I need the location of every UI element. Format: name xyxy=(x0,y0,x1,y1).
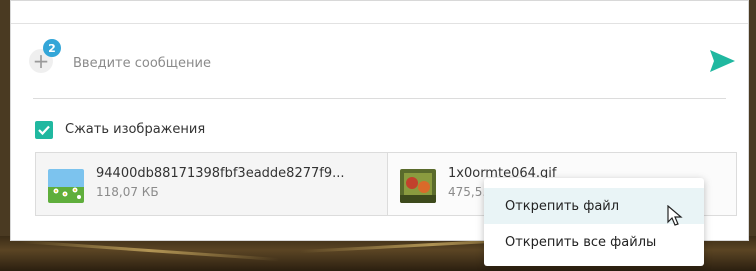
send-icon xyxy=(710,50,735,72)
image-thumbnail xyxy=(48,169,84,203)
composer-divider xyxy=(33,98,726,99)
compress-images-label: Сжать изображения xyxy=(65,122,206,137)
unpin-all-files-menu-item[interactable]: Открепить все файлы xyxy=(484,224,704,260)
image-thumbnail xyxy=(400,169,436,203)
send-button[interactable] xyxy=(708,47,736,75)
attachment-size: 118,07 КБ xyxy=(96,185,159,199)
attachment-name: 94400db88171398fbf3eadde8277f9... xyxy=(96,166,345,181)
panel-top-divider xyxy=(11,1,748,24)
mouse-pointer-icon xyxy=(667,205,683,226)
message-input[interactable] xyxy=(71,51,695,75)
check-icon xyxy=(38,125,50,136)
attachment-count-badge: 2 xyxy=(43,39,61,57)
attachment-item[interactable]: 94400db88171398fbf3eadde8277f9... 118,07… xyxy=(36,153,388,215)
compress-images-checkbox[interactable] xyxy=(35,121,53,139)
